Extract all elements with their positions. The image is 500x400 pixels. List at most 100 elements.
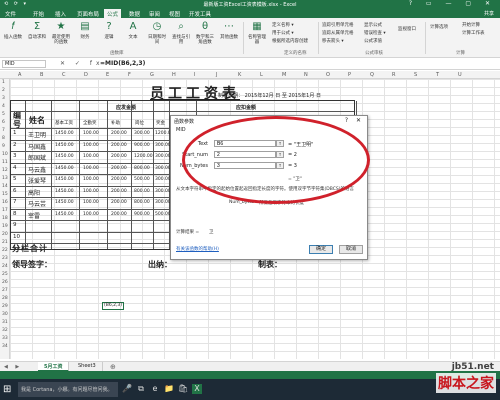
column-header[interactable]: N [304, 72, 308, 78]
employee-number[interactable]: 2 [13, 142, 17, 148]
cortana-search[interactable]: 我是 Cortana，小娜。有问题尽管问我。 [18, 382, 118, 397]
employee-name[interactable]: 马云芸 [28, 199, 46, 208]
excel-taskbar-icon[interactable]: X [192, 384, 202, 394]
salary-cell[interactable]: 100.00 [83, 189, 99, 194]
column-header[interactable]: G [150, 72, 154, 78]
employee-name[interactable]: 马国鑫 [28, 142, 46, 151]
tab-developer[interactable]: 开发工具 [186, 9, 214, 18]
column-header[interactable]: A [18, 72, 21, 78]
create-from-selection-button[interactable]: 根据所选内容创建 [272, 38, 308, 44]
calculation-options-button[interactable]: 计算选项 [430, 24, 448, 30]
text-functions-button[interactable]: A 文本 [122, 21, 144, 49]
row-header[interactable]: 23 [2, 256, 8, 261]
row-header[interactable]: 15 [2, 192, 8, 197]
column-header[interactable]: P [348, 72, 351, 78]
employee-number[interactable]: 4 [13, 165, 17, 171]
logic-button[interactable]: ? 逻辑 [98, 21, 120, 49]
employee-number[interactable]: 8 [13, 211, 17, 217]
salary-cell[interactable]: 100.00 [83, 154, 99, 159]
ok-button[interactable]: 确定 [309, 245, 333, 254]
lookup-button[interactable]: ⌕ 查找与引用 [170, 21, 192, 49]
row-header[interactable]: 32 [2, 328, 8, 333]
tab-insert[interactable]: 插入 [52, 9, 69, 18]
row-header[interactable]: 12 [2, 168, 8, 173]
trace-dependents-button[interactable]: 追踪从属单元格 [322, 30, 354, 36]
row-header[interactable]: 29 [2, 304, 8, 309]
define-name-button[interactable]: 定义名称 ▾ [272, 22, 294, 28]
collapse-dialog-icon[interactable]: ↑ [276, 140, 284, 147]
row-header[interactable]: 18 [2, 216, 8, 221]
row-header[interactable]: 27 [2, 288, 8, 293]
column-header[interactable]: Q [370, 72, 374, 78]
salary-cell[interactable]: 100.00 [83, 143, 99, 148]
employee-number[interactable]: 7 [13, 199, 17, 205]
column-header[interactable]: J [216, 72, 217, 78]
salary-cell[interactable]: 1200.00 [134, 154, 153, 159]
salary-cell[interactable]: 1450.00 [55, 189, 74, 194]
row-header[interactable]: 28 [2, 296, 8, 301]
row-header[interactable]: 6 [2, 120, 5, 125]
salary-cell[interactable]: 200.00 [111, 189, 127, 194]
row-header[interactable]: 34 [2, 344, 8, 349]
row-header[interactable]: 21 [2, 240, 8, 245]
row-header[interactable]: 7 [2, 128, 5, 133]
tab-formulas[interactable]: 公式 [104, 9, 122, 18]
salary-cell[interactable]: 1450.00 [55, 143, 74, 148]
employee-number[interactable]: 1 [13, 130, 17, 136]
column-header[interactable]: D [84, 72, 88, 78]
use-in-formula-button[interactable]: 用于公式 ▾ [272, 30, 294, 36]
insert-function-button[interactable]: 𝑓 插入函数 [2, 21, 24, 49]
employee-number[interactable]: 10 [13, 234, 20, 240]
row-header[interactable]: 4 [2, 104, 5, 109]
tab-view[interactable]: 视图 [166, 9, 183, 18]
row-header[interactable]: 13 [2, 176, 8, 181]
autosum-button[interactable]: Σ 自动求和 [26, 21, 48, 49]
column-header[interactable]: M [282, 72, 286, 78]
salary-cell[interactable]: 500.00 [155, 212, 171, 217]
column-header[interactable]: B [40, 72, 43, 78]
dialog-controls[interactable]: ? ✕ [345, 117, 364, 124]
salary-cell[interactable]: 800.00 [134, 200, 150, 205]
salary-cell[interactable]: 500.00 [134, 177, 150, 182]
sheet-nav-arrows[interactable]: ◀ ▶ [4, 364, 22, 370]
tab-home[interactable]: 开始 [30, 9, 47, 18]
arg-input-text[interactable] [214, 140, 276, 147]
salary-cell[interactable]: 300.00 [155, 200, 171, 205]
row-header[interactable]: 33 [2, 336, 8, 341]
recent-functions-button[interactable]: ★ 最近使用的函数 [50, 21, 72, 49]
column-header[interactable]: S [414, 72, 417, 78]
salary-cell[interactable]: 100.00 [83, 166, 99, 171]
salary-cell[interactable]: 200.00 [111, 154, 127, 159]
column-header[interactable]: H [172, 72, 176, 78]
math-trig-button[interactable]: θ 数学和三角函数 [194, 21, 216, 49]
cancel-button[interactable]: 取消 [339, 245, 363, 254]
salary-cell[interactable]: 200.00 [111, 143, 127, 148]
salary-cell[interactable]: 300.00 [155, 143, 171, 148]
column-header[interactable]: F [128, 72, 131, 78]
remove-arrows-button[interactable]: 移去箭头 ▾ [322, 38, 344, 44]
help-link[interactable]: 有关该函数的帮助(H) [176, 246, 219, 252]
salary-cell[interactable]: 200.00 [111, 131, 127, 136]
column-header[interactable]: R [392, 72, 395, 78]
salary-cell[interactable]: 1450.00 [55, 131, 74, 136]
salary-cell[interactable]: 300.00 [155, 177, 171, 182]
collapse-dialog-icon[interactable]: ↑ [276, 162, 284, 169]
employee-name[interactable]: 张爱琴 [28, 176, 46, 185]
row-header[interactable]: 3 [2, 96, 5, 101]
employee-number[interactable]: 6 [13, 188, 17, 194]
column-header[interactable]: T [436, 72, 439, 78]
row-header[interactable]: 16 [2, 200, 8, 205]
employee-number[interactable]: 9 [13, 222, 17, 228]
salary-cell[interactable]: 800.00 [134, 166, 150, 171]
tab-review[interactable]: 审阅 [146, 9, 163, 18]
salary-cell[interactable]: 100.00 [83, 131, 99, 136]
employee-name[interactable]: 宰雷 [28, 211, 40, 220]
salary-cell[interactable]: 200.00 [111, 166, 127, 171]
salary-cell[interactable]: 300.00 [134, 131, 150, 136]
datetime-button[interactable]: ◷ 日期和时间 [146, 21, 168, 49]
salary-cell[interactable]: 1450.00 [55, 166, 74, 171]
start-icon[interactable]: ⊞ [3, 384, 11, 395]
employee-name[interactable]: 马云鑫 [28, 165, 46, 174]
row-header[interactable]: 31 [2, 320, 8, 325]
row-header[interactable]: 11 [2, 160, 8, 165]
